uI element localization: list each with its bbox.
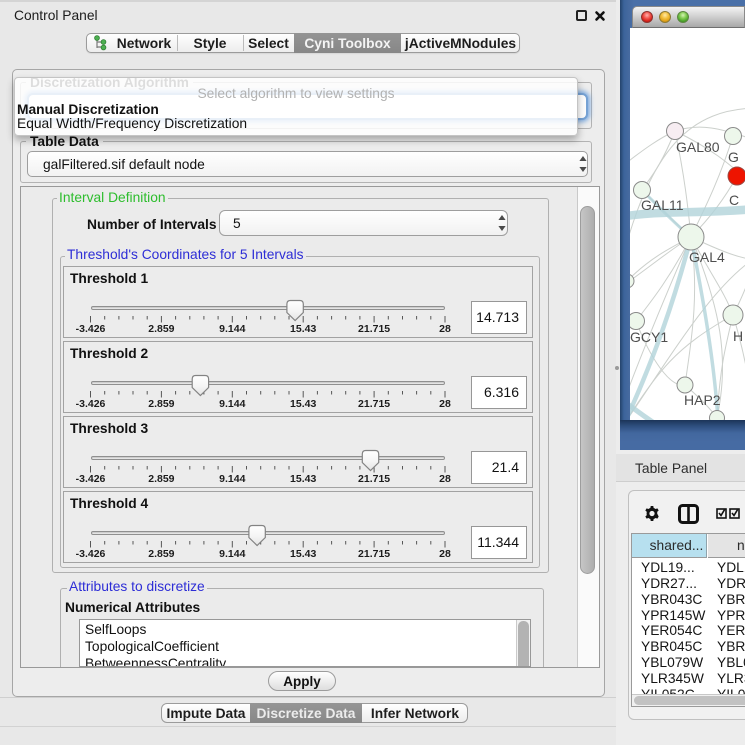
svg-text:GCY1: GCY1: [630, 329, 668, 345]
svg-text:C: C: [729, 192, 739, 208]
svg-text:GAL11: GAL11: [641, 197, 684, 213]
svg-text:HAP2: HAP2: [684, 392, 721, 408]
svg-text:GAL80: GAL80: [676, 139, 720, 155]
svg-text:GAL4: GAL4: [689, 249, 725, 265]
svg-text:H: H: [733, 328, 743, 344]
svg-text:G: G: [728, 149, 739, 165]
